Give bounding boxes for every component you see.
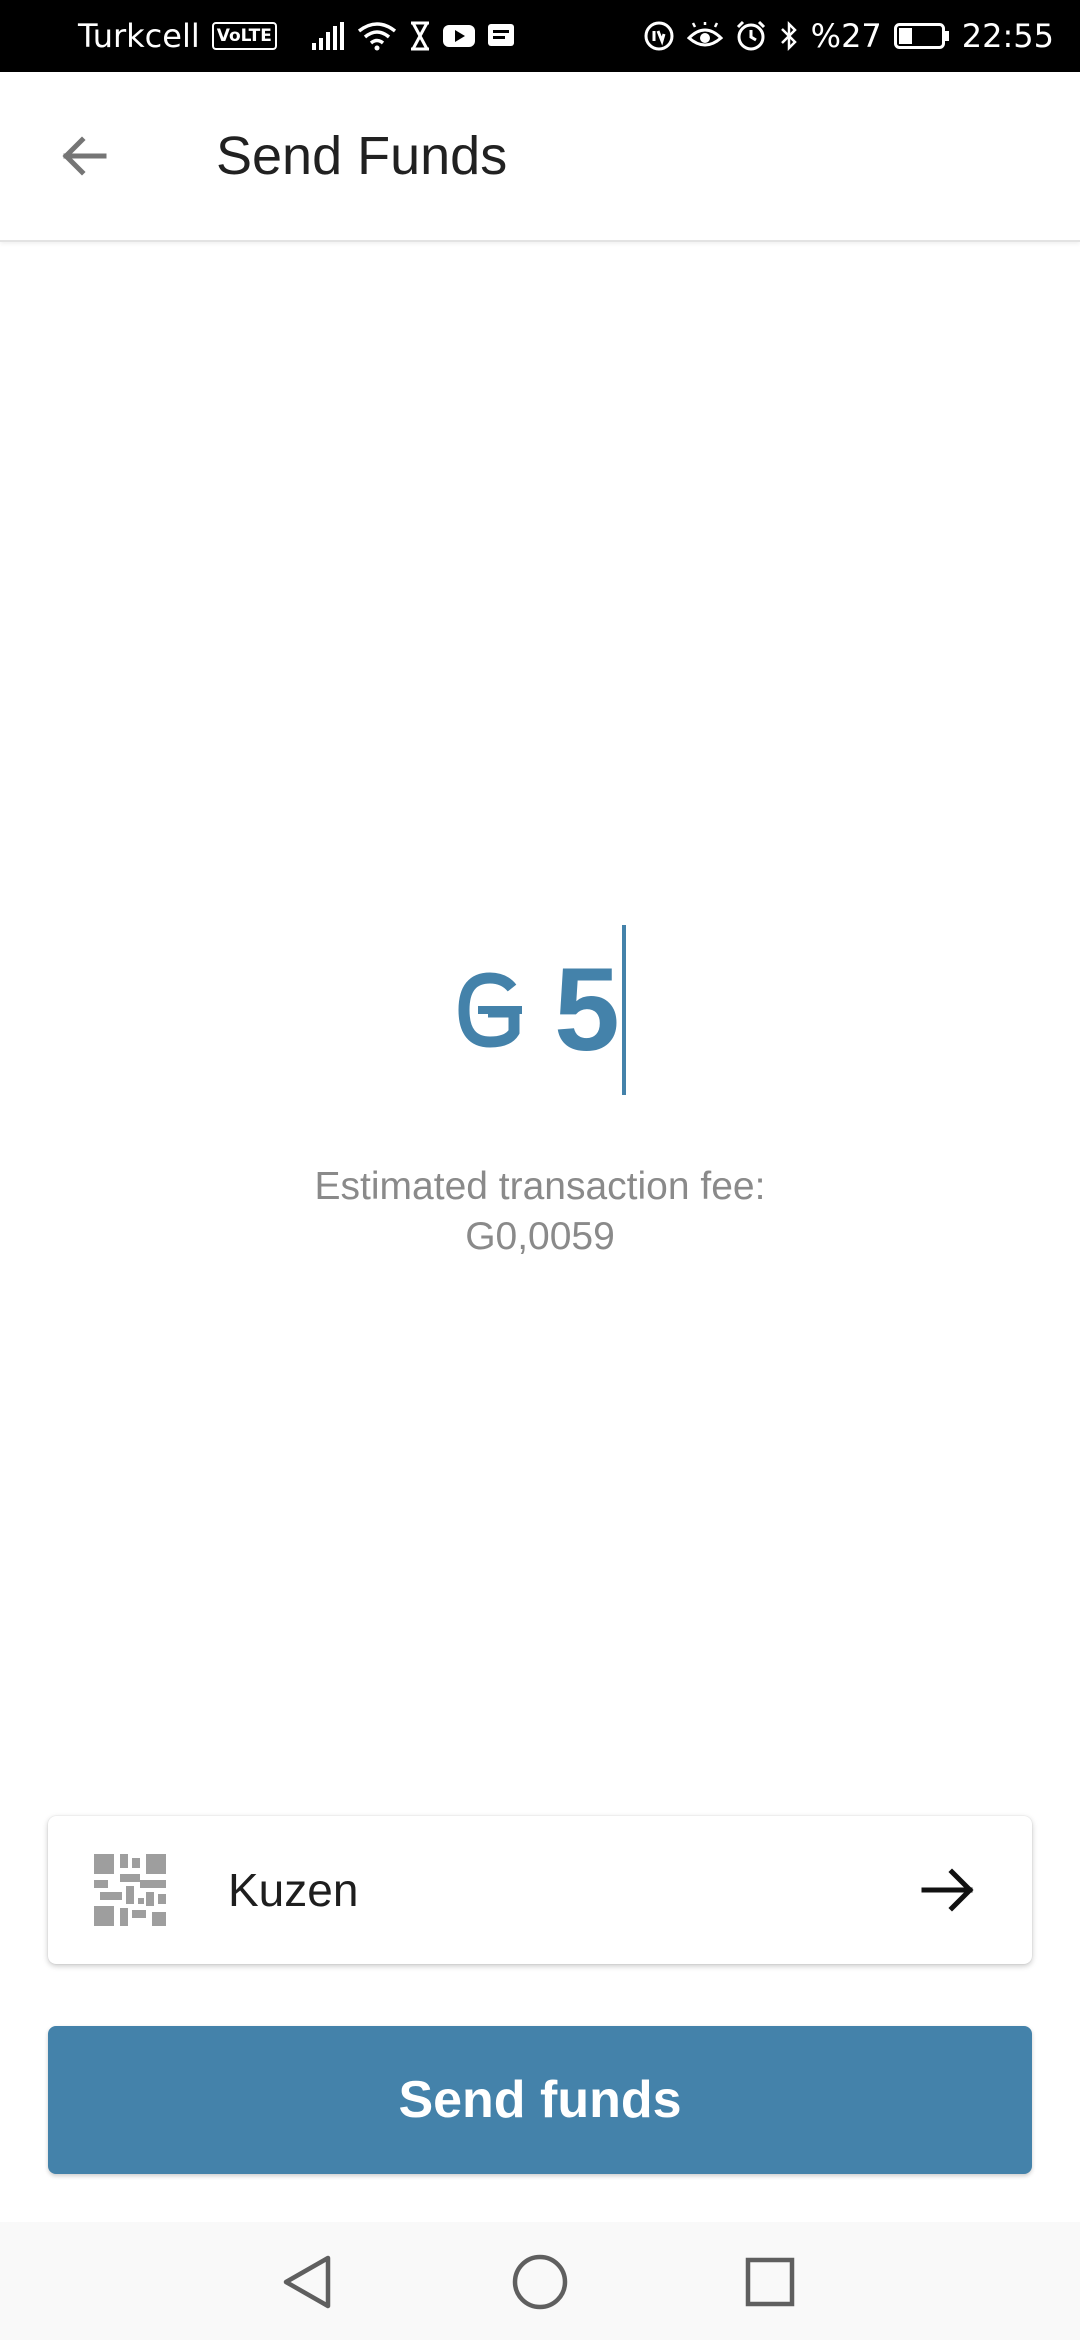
battery-percent: %27 bbox=[810, 17, 882, 55]
recipient-card[interactable]: Kuzen bbox=[48, 1816, 1032, 1964]
amount-entry[interactable]: 5 bbox=[0, 920, 1080, 1100]
youtube-icon bbox=[442, 23, 475, 49]
hourglass-icon bbox=[409, 21, 431, 51]
app-bar: Send Funds bbox=[0, 72, 1080, 242]
square-recents-icon bbox=[745, 2257, 795, 2307]
gulden-currency-icon bbox=[458, 972, 523, 1048]
carrier-name: Turkcell bbox=[78, 17, 200, 55]
bluetooth-icon bbox=[779, 20, 799, 52]
amount-input[interactable]: 5 bbox=[554, 925, 626, 1095]
amount-value: 5 bbox=[554, 944, 620, 1076]
currency-symbol bbox=[454, 970, 524, 1050]
triangle-back-icon bbox=[283, 2255, 331, 2309]
page-title: Send Funds bbox=[216, 126, 508, 186]
status-bar-right: %27 22:55 bbox=[643, 0, 1054, 72]
signal-icon bbox=[311, 21, 345, 51]
nav-recents-button[interactable] bbox=[738, 2250, 802, 2314]
wifi-icon bbox=[357, 21, 397, 51]
arrow-left-icon bbox=[62, 136, 107, 176]
message-icon bbox=[487, 22, 515, 50]
clock-time: 22:55 bbox=[961, 17, 1054, 55]
nav-home-button[interactable] bbox=[508, 2250, 572, 2314]
fee-label: Estimated transaction fee: bbox=[314, 1165, 766, 1208]
status-bar-left: Turkcell VoLTE bbox=[78, 0, 515, 72]
volte-badge: VoLTE bbox=[211, 22, 277, 50]
alarm-icon bbox=[735, 20, 767, 52]
qr-code-icon bbox=[94, 1854, 166, 1926]
arrow-right-icon[interactable] bbox=[920, 1862, 976, 1918]
data-saver-icon bbox=[643, 20, 675, 52]
status-bar: Turkcell VoLTE %27 22:55 bbox=[0, 0, 1080, 72]
back-button[interactable] bbox=[44, 116, 124, 196]
circle-home-icon bbox=[512, 2254, 568, 2310]
send-funds-button[interactable]: Send funds bbox=[48, 2026, 1032, 2174]
system-nav-bar bbox=[0, 2222, 1080, 2340]
recipient-name: Kuzen bbox=[228, 1864, 359, 1916]
battery-icon bbox=[893, 22, 950, 50]
eye-comfort-icon bbox=[686, 22, 723, 50]
nav-back-button[interactable] bbox=[276, 2250, 340, 2314]
text-cursor bbox=[621, 925, 626, 1095]
fee-value: G0,0059 bbox=[465, 1215, 615, 1258]
